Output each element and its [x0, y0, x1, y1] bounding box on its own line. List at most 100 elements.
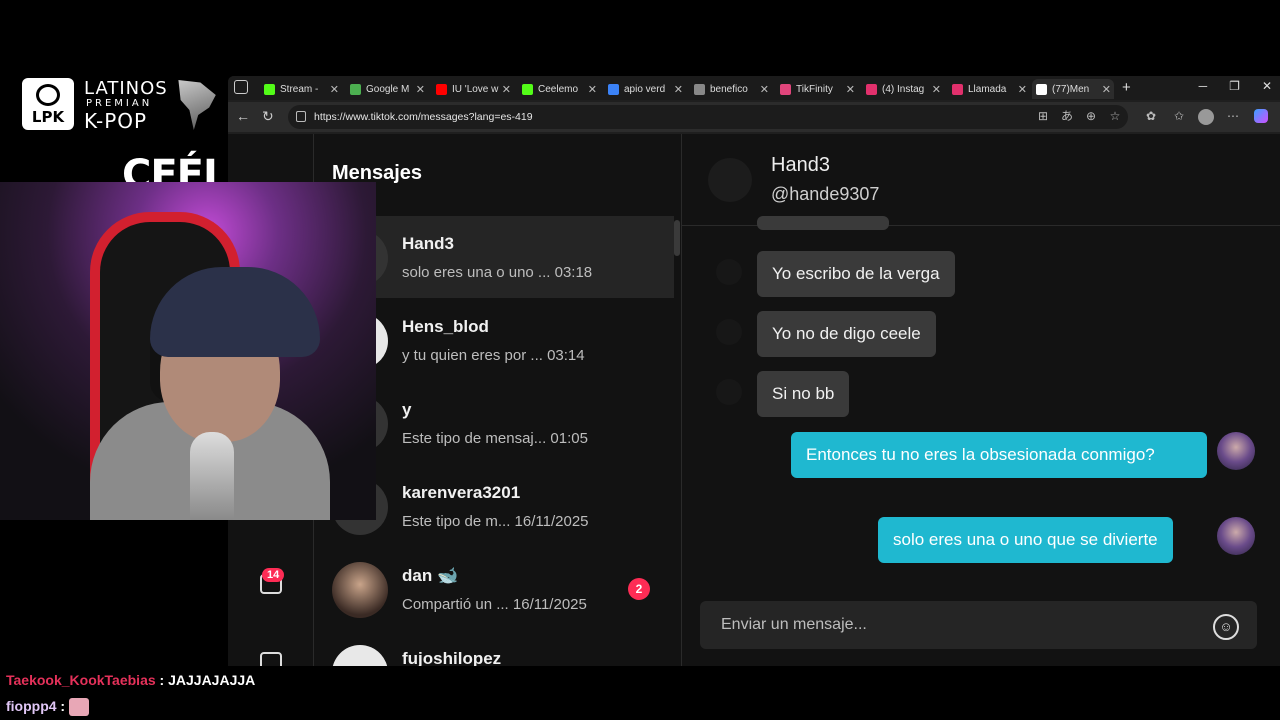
lock-icon: [296, 111, 306, 122]
conversation-name: Hens_blod: [402, 317, 489, 336]
chat-avatar[interactable]: [708, 158, 752, 202]
copilot-icon[interactable]: [1254, 109, 1268, 123]
browser-tab[interactable]: (77)Men ✕: [1032, 79, 1114, 99]
tab-label: (77)Men: [1052, 83, 1090, 95]
sender-avatar: [716, 319, 742, 345]
latin-america-map-icon: [178, 80, 216, 130]
url-text: https://www.tiktok.com/messages?lang=es-…: [314, 111, 533, 123]
minimize-icon[interactable]: ─: [1199, 79, 1208, 93]
conversation-preview: solo eres una o uno ... 03:18: [402, 264, 593, 281]
tab-close-icon[interactable]: ✕: [760, 83, 769, 96]
tab-favicon-icon: [522, 83, 533, 95]
more-menu-icon[interactable]: ⋯: [1226, 109, 1240, 123]
logo-line-3: K-POP: [84, 109, 148, 133]
conversation-name: karenvera3201: [402, 483, 521, 502]
favorites-icon[interactable]: ✩: [1172, 109, 1186, 123]
sender-avatar: [716, 379, 742, 405]
chat-panel: Hand3 @hande9307 Yo escribo de la verga Y…: [682, 134, 1280, 666]
tab-label: benefico: [710, 83, 748, 95]
tab-label: apio verd: [624, 83, 666, 95]
tab-close-icon[interactable]: ✕: [932, 83, 941, 96]
conversation-name: Hand3: [402, 234, 454, 253]
conversation-avatar: [332, 645, 388, 666]
browser-tab[interactable]: Ceelemo ✕: [518, 79, 600, 99]
tab-close-icon[interactable]: ✕: [1018, 83, 1027, 96]
chat-handle[interactable]: @hande9307: [771, 184, 879, 205]
conversation-preview: Compartió un ... 16/11/2025: [402, 596, 587, 613]
tab-close-icon[interactable]: ✕: [502, 83, 511, 96]
browser-tab[interactable]: (4) Instag ✕: [862, 79, 944, 99]
tab-close-icon[interactable]: ✕: [588, 83, 597, 96]
conversation-preview: Este tipo de m... 16/11/2025: [402, 513, 589, 530]
tab-close-icon[interactable]: ✕: [1102, 83, 1111, 96]
my-avatar: [1217, 432, 1255, 470]
conversation-name: y: [402, 400, 412, 419]
tab-label: Google M: [366, 83, 410, 95]
restore-icon[interactable]: ❐: [1229, 79, 1240, 93]
window-controls: ─ ❐ ✕: [1199, 79, 1272, 93]
browser-window: Stream - ✕ Google M ✕ IU 'Love w ✕ Ceelemo ✕ api…: [228, 76, 1280, 666]
emoji-icon[interactable]: ☺: [1213, 614, 1239, 640]
conversation-name: fujoshilopez: [402, 649, 502, 666]
translate-icon[interactable]: あ: [1060, 109, 1074, 123]
profile-avatar[interactable]: [1198, 109, 1214, 125]
incoming-message: Si no bb: [757, 371, 850, 417]
tab-favicon-icon: [952, 83, 963, 95]
browser-tab[interactable]: Llamada ✕: [948, 79, 1030, 99]
stream-chat-line: fioppp4 :: [6, 698, 89, 717]
tab-actions-icon[interactable]: [234, 80, 248, 94]
extensions-icon[interactable]: ✿: [1144, 109, 1158, 123]
back-icon[interactable]: ←: [236, 108, 250, 124]
tiktok-messages-page: 63 14 Mensajes Hand3solo eres una o uno …: [228, 134, 1280, 666]
stream-chat-line: Taekook_KookTaebias : JAJJAJAJJA: [6, 672, 255, 688]
chat-message-text: :: [56, 698, 69, 714]
vinyl-icon: [36, 84, 60, 106]
sender-avatar: [716, 259, 742, 285]
tab-close-icon[interactable]: ✕: [416, 83, 425, 96]
zoom-icon[interactable]: ⊕: [1084, 109, 1098, 123]
tab-label: (4) Instag: [882, 83, 925, 95]
chat-username: fioppp4: [6, 698, 57, 714]
url-field[interactable]: https://www.tiktok.com/messages?lang=es-…: [288, 105, 1128, 129]
message-input[interactable]: Enviar un mensaje...: [700, 601, 1257, 649]
app-icon[interactable]: ⊞: [1036, 109, 1050, 123]
browser-tab[interactable]: IU 'Love w ✕: [432, 79, 514, 99]
tab-close-icon[interactable]: ✕: [330, 83, 339, 96]
bookmark-star-icon[interactable]: ☆: [1108, 109, 1122, 123]
partial-message-bubble: [757, 216, 889, 230]
tab-label: IU 'Love w: [452, 83, 499, 95]
chat-header: Hand3 @hande9307: [682, 134, 1280, 226]
new-tab-button[interactable]: +: [1122, 79, 1131, 96]
chat-sticker-icon: [69, 698, 89, 717]
tab-close-icon[interactable]: ✕: [674, 83, 683, 96]
reload-icon[interactable]: ↻: [262, 108, 274, 125]
conversation-item[interactable]: dan 🐋 Compartió un ... 16/11/2025 2: [314, 548, 674, 630]
browser-tab[interactable]: Stream - ✕: [260, 79, 342, 99]
browser-tab[interactable]: TikFinity ✕: [776, 79, 858, 99]
close-window-icon[interactable]: ✕: [1262, 79, 1272, 93]
conversation-preview: y tu quien eres por ... 03:14: [402, 347, 585, 364]
tab-favicon-icon: [436, 83, 447, 95]
create-nav-icon[interactable]: [260, 652, 282, 666]
chat-username: Taekook_KookTaebias: [6, 672, 156, 688]
tab-label: Ceelemo: [538, 83, 579, 95]
incoming-message: Yo escribo de la verga: [757, 251, 955, 297]
stream-logo: LPK LATINOS PREMIAN K-POP: [22, 76, 222, 136]
logo-line-1: LATINOS: [84, 78, 168, 99]
tab-favicon-icon: [264, 83, 275, 95]
my-avatar: [1217, 517, 1255, 555]
microphone: [190, 432, 234, 520]
browser-tab[interactable]: Google M ✕: [346, 79, 428, 99]
conversation-item[interactable]: fujoshilopez: [314, 631, 674, 666]
conversation-preview: Este tipo de mensaj... 01:05: [402, 430, 588, 447]
chat-message-text: : JAJJAJAJJA: [155, 672, 256, 688]
inbox-badge: 14: [262, 568, 285, 582]
unread-badge: 2: [628, 578, 650, 600]
tab-favicon-icon: [780, 83, 791, 95]
conversation-scrollbar[interactable]: [674, 220, 680, 256]
chat-name[interactable]: Hand3: [771, 154, 830, 177]
tab-favicon-icon: [866, 83, 877, 95]
tab-close-icon[interactable]: ✕: [846, 83, 855, 96]
browser-tab[interactable]: benefico ✕: [690, 79, 772, 99]
browser-tab[interactable]: apio verd ✕: [604, 79, 686, 99]
